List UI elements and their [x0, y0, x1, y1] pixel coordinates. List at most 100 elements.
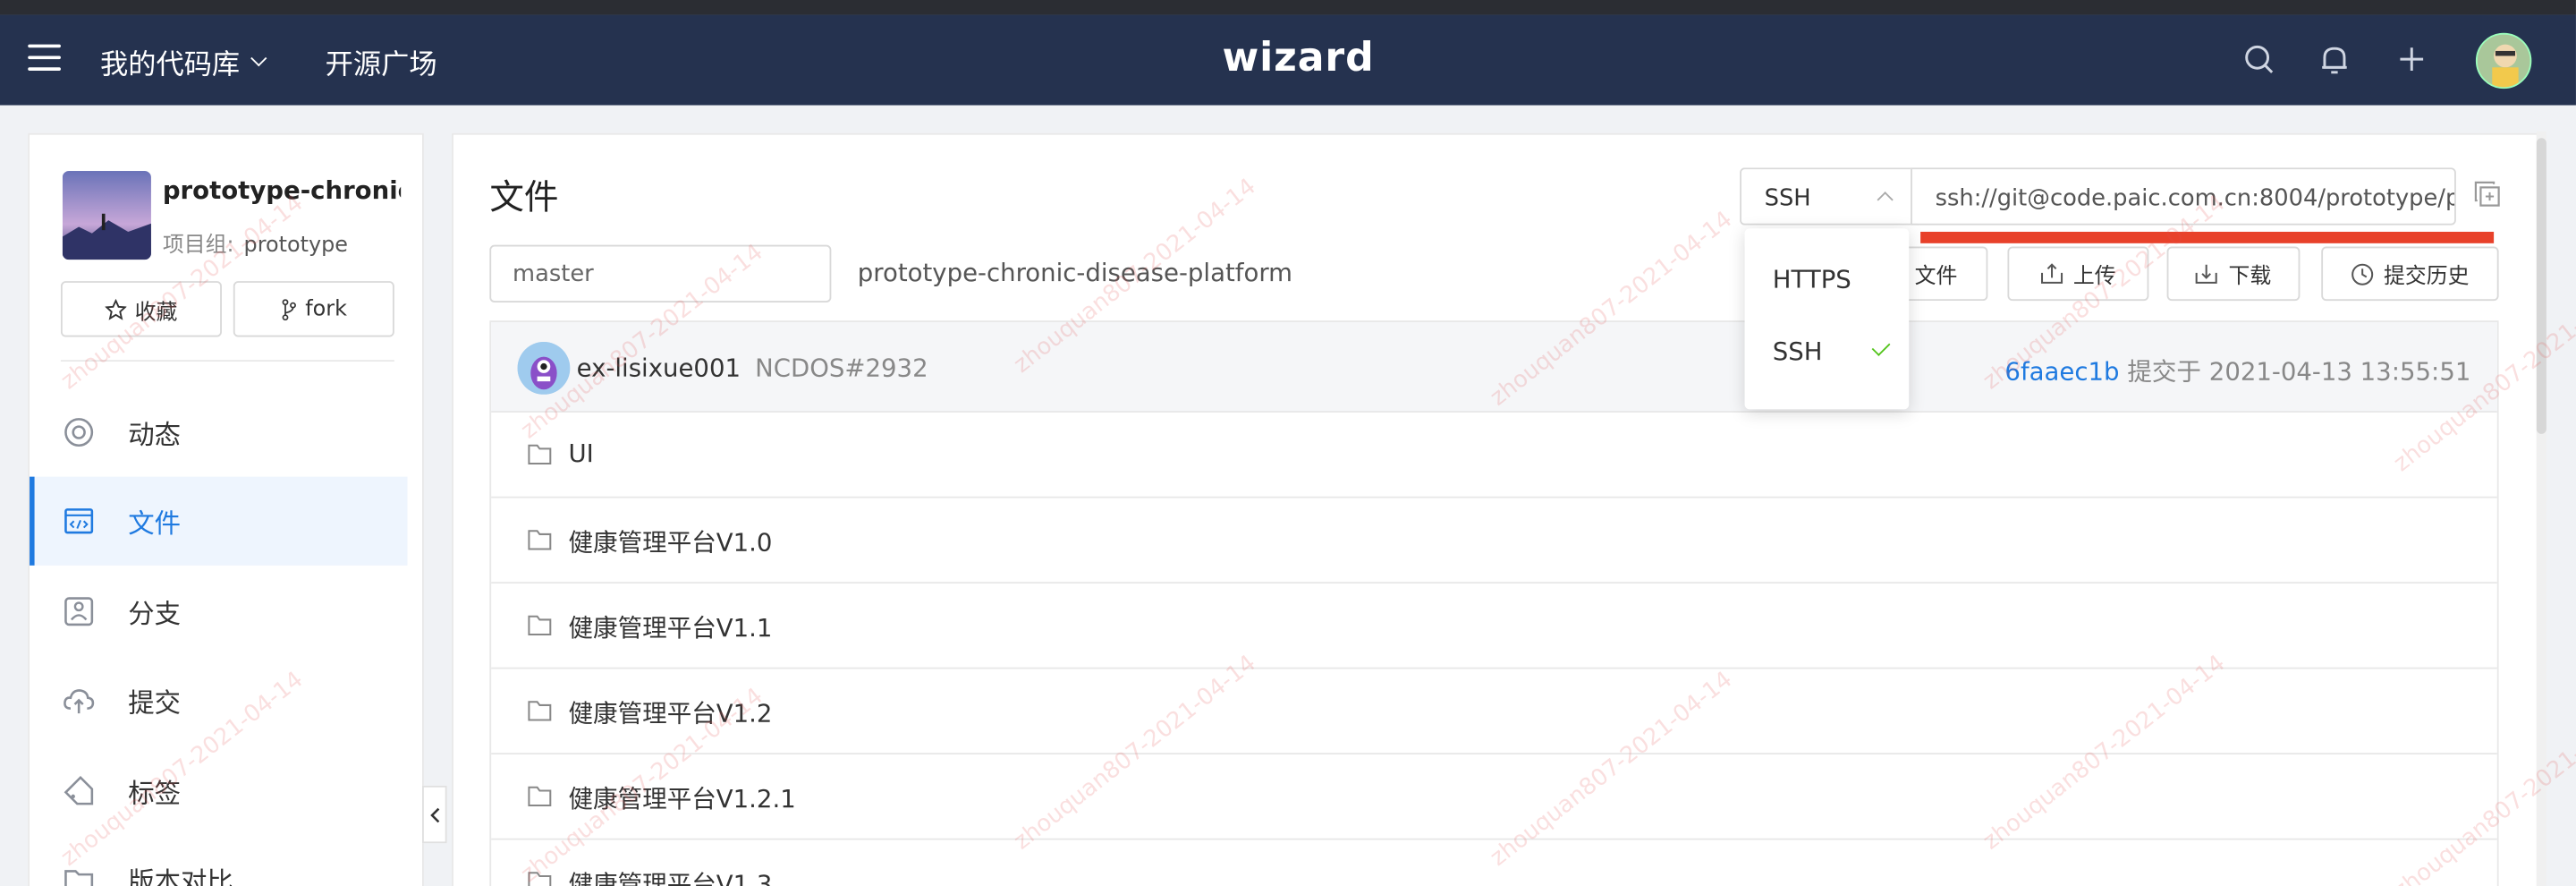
star-label: 收藏 [134, 300, 178, 325]
file-row[interactable]: 健康管理平台V1.3 [491, 840, 2497, 886]
sidebar-item-commits[interactable]: 提交 [30, 656, 407, 745]
my-repos-label: 我的代码库 [100, 49, 241, 82]
my-repos-dropdown[interactable]: 我的代码库 [100, 41, 267, 82]
download-button[interactable]: 下载 [2166, 246, 2301, 302]
page-scrollbar[interactable] [2536, 131, 2546, 886]
menu-icon[interactable] [28, 44, 61, 74]
file-row[interactable]: 健康管理平台V1.2.1 [491, 754, 2497, 840]
chevron-left-icon [429, 806, 439, 822]
folder-icon [528, 615, 552, 635]
star-button[interactable]: 收藏 [60, 281, 222, 337]
sidebar-item-label: 分支 [128, 598, 182, 630]
tag-icon [64, 775, 94, 805]
commit-meta: 6faaec1b 提交于 2021-04-13 13:55:51 [2004, 354, 2470, 388]
plus-icon[interactable] [2395, 43, 2428, 76]
file-row[interactable]: 健康管理平台V1.1 [491, 584, 2497, 669]
window-top-strip [0, 0, 2576, 15]
repo-path-breadcrumb[interactable]: prototype-chronic-disease-platform [858, 258, 1292, 287]
upload-label: 上传 [2072, 264, 2116, 290]
sidebar-item-branches[interactable]: 分支 [30, 567, 407, 656]
commit-author: ex-lisixue001 NCDOS#2932 [577, 354, 928, 383]
file-row[interactable]: 健康管理平台V1.2 [491, 669, 2497, 755]
upload-button[interactable]: 上传 [2007, 246, 2149, 302]
file-table: ex-lisixue001 NCDOS#2932 6faaec1b 提交于 20… [489, 320, 2499, 886]
protocol-select[interactable]: SSH [1740, 167, 1911, 226]
top-header: 我的代码库 开源广场 wizard [0, 14, 2576, 106]
check-icon [1871, 337, 1891, 356]
bell-icon[interactable] [2318, 43, 2351, 76]
file-name[interactable]: 健康管理平台V1.1 [568, 609, 772, 644]
copy-icon[interactable] [2474, 181, 2500, 207]
repo-thumbnail [62, 171, 151, 260]
star-icon [105, 298, 127, 319]
commit-ticket: NCDOS#2932 [755, 353, 928, 383]
file-name[interactable]: 健康管理平台V1.2.1 [568, 780, 795, 815]
chevron-down-icon [250, 50, 267, 67]
sidebar-item-label: 动态 [128, 419, 182, 451]
commit-user-name[interactable]: ex-lisixue001 [577, 354, 741, 383]
sidebar-item-compare[interactable]: 版本对比 [30, 835, 407, 886]
page-title: 文件 [489, 177, 559, 217]
folder-icon [528, 786, 552, 806]
branch-selector[interactable]: master [489, 244, 832, 302]
protocol-dropdown-menu: HTTPS SSH [1744, 228, 1910, 410]
fork-button[interactable]: fork [233, 281, 394, 337]
file-name[interactable]: 健康管理平台V1.0 [568, 524, 772, 559]
cloud-upload-icon [64, 689, 95, 714]
file-row[interactable]: 健康管理平台V1.0 [491, 498, 2497, 584]
commit-history-label: 提交历史 [2384, 264, 2470, 290]
clone-url-input[interactable]: ssh://git@code.paic.com.cn:8004/prototyp… [1911, 167, 2456, 226]
protocol-value: SSH [1764, 185, 1811, 212]
open-source-link[interactable]: 开源广场 [326, 41, 437, 82]
scrollbar-thumb[interactable] [2536, 138, 2546, 434]
clock-icon [2351, 262, 2374, 285]
repo-group: 项目组: prototype [162, 226, 348, 259]
commit-submitted-label: 提交于 [2127, 356, 2202, 387]
sidebar-item-label: 文件 [128, 507, 182, 540]
folder-icon [528, 444, 552, 464]
file-row[interactable]: UI [491, 413, 2497, 498]
commit-author-avatar [517, 342, 571, 395]
logo: wizard [1222, 34, 1375, 81]
sidebar-item-tags[interactable]: 标签 [30, 746, 407, 835]
new-file-label: 文件 [1914, 264, 1958, 290]
file-browser-panel: 文件 master prototype-chronic-disease-plat… [452, 132, 2538, 886]
repo-name: prototype-chronic- [162, 175, 402, 206]
folder-icon [528, 530, 552, 550]
commit-history-button[interactable]: 提交历史 [2321, 246, 2499, 302]
file-name[interactable]: 健康管理平台V1.2 [568, 695, 772, 730]
fork-icon [282, 298, 296, 320]
search-icon[interactable] [2242, 43, 2275, 76]
sidebar-item-activity[interactable]: 动态 [30, 388, 407, 476]
branch-icon [64, 597, 94, 626]
protocol-option-ssh-label: SSH [1772, 337, 1823, 367]
repo-sidebar: prototype-chronic- 项目组: prototype 收藏 fork [28, 132, 424, 886]
fork-label: fork [305, 296, 347, 322]
activity-icon [64, 418, 94, 447]
protocol-option-ssh[interactable]: SSH [1745, 319, 1910, 384]
compare-icon [64, 870, 94, 886]
commit-hash-link[interactable]: 6faaec1b [2004, 357, 2119, 387]
folder-icon [528, 872, 552, 886]
chevron-up-icon [1877, 192, 1894, 209]
user-avatar[interactable] [2475, 32, 2532, 89]
code-file-icon [64, 508, 94, 534]
commit-time: 2021-04-13 13:55:51 [2208, 356, 2471, 387]
sidebar-divider [60, 360, 394, 362]
sidebar-item-label: 版本对比 [128, 865, 233, 886]
download-label: 下载 [2228, 264, 2272, 290]
sidebar-item-label: 提交 [128, 686, 182, 719]
repo-group-value[interactable]: prototype [244, 234, 348, 259]
app-root: 我的代码库 开源广场 wizard prototype-chronic- 项目组… [0, 0, 2576, 886]
alert-bar [1920, 231, 2495, 243]
file-name[interactable]: 健康管理平台V1.3 [568, 866, 772, 886]
repo-group-label: 项目组: [162, 233, 234, 259]
sidebar-collapse-button[interactable] [422, 785, 447, 844]
download-icon [2196, 264, 2218, 284]
latest-commit-row: ex-lisixue001 NCDOS#2932 6faaec1b 提交于 20… [491, 321, 2497, 413]
sidebar-item-files[interactable]: 文件 [30, 476, 408, 566]
protocol-option-https[interactable]: HTTPS [1745, 247, 1910, 312]
sidebar-item-label: 标签 [128, 777, 182, 809]
upload-icon [2040, 263, 2063, 284]
file-name[interactable]: UI [568, 439, 593, 468]
